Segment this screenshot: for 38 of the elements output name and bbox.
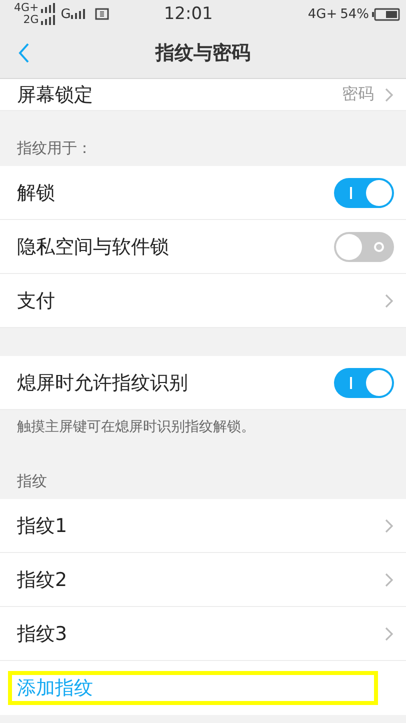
- chevron-right-icon: [384, 518, 394, 534]
- chevron-right-icon: [384, 292, 394, 308]
- section-header: 指纹用于：: [17, 139, 92, 158]
- row-label: 解锁: [17, 180, 56, 206]
- page-title: 指纹与密码: [156, 41, 250, 66]
- chevron-right-icon: [384, 572, 394, 588]
- back-icon: [18, 42, 30, 64]
- row-label: 屏幕锁定: [17, 82, 94, 108]
- settings-row[interactable]: 屏幕锁定 密码: [0, 79, 406, 111]
- toggle-switch[interactable]: [334, 178, 394, 208]
- row-value: 密码: [342, 84, 374, 105]
- chevron-right-icon: [384, 626, 394, 642]
- toggle-switch[interactable]: [334, 232, 394, 262]
- network-label: 2G: [23, 14, 39, 26]
- network-label: 4G+: [308, 6, 338, 22]
- battery-percent: 54%: [340, 6, 369, 22]
- row-label: 熄屏时允许指纹识别: [17, 370, 189, 396]
- row-label: 指纹2: [17, 568, 68, 592]
- signal-icon: [40, 15, 55, 25]
- battery-icon: [372, 8, 400, 20]
- settings-row[interactable]: 指纹3: [0, 607, 406, 661]
- notification-icon: [94, 7, 109, 21]
- row-label: 支付: [17, 288, 56, 314]
- signal-icon: [40, 3, 55, 13]
- settings-row[interactable]: 指纹2: [0, 553, 406, 607]
- chevron-right-icon: [384, 86, 394, 102]
- network-label: 4G+: [14, 2, 39, 14]
- hint-text: 触摸主屏键可在熄屏时识别指纹解锁。: [17, 419, 255, 435]
- section-header: 指纹: [17, 472, 47, 491]
- network-label: G: [60, 6, 71, 22]
- signal-icon: [70, 9, 85, 19]
- row-label: 指纹3: [17, 622, 68, 646]
- row-label: 指纹1: [17, 514, 68, 538]
- toggle-switch[interactable]: [334, 368, 394, 398]
- clock-time: 12:01: [162, 4, 214, 24]
- settings-row[interactable]: 指纹1: [0, 499, 406, 553]
- row-label: 隐私空间与软件锁: [17, 234, 170, 260]
- settings-row[interactable]: 支付: [0, 274, 406, 328]
